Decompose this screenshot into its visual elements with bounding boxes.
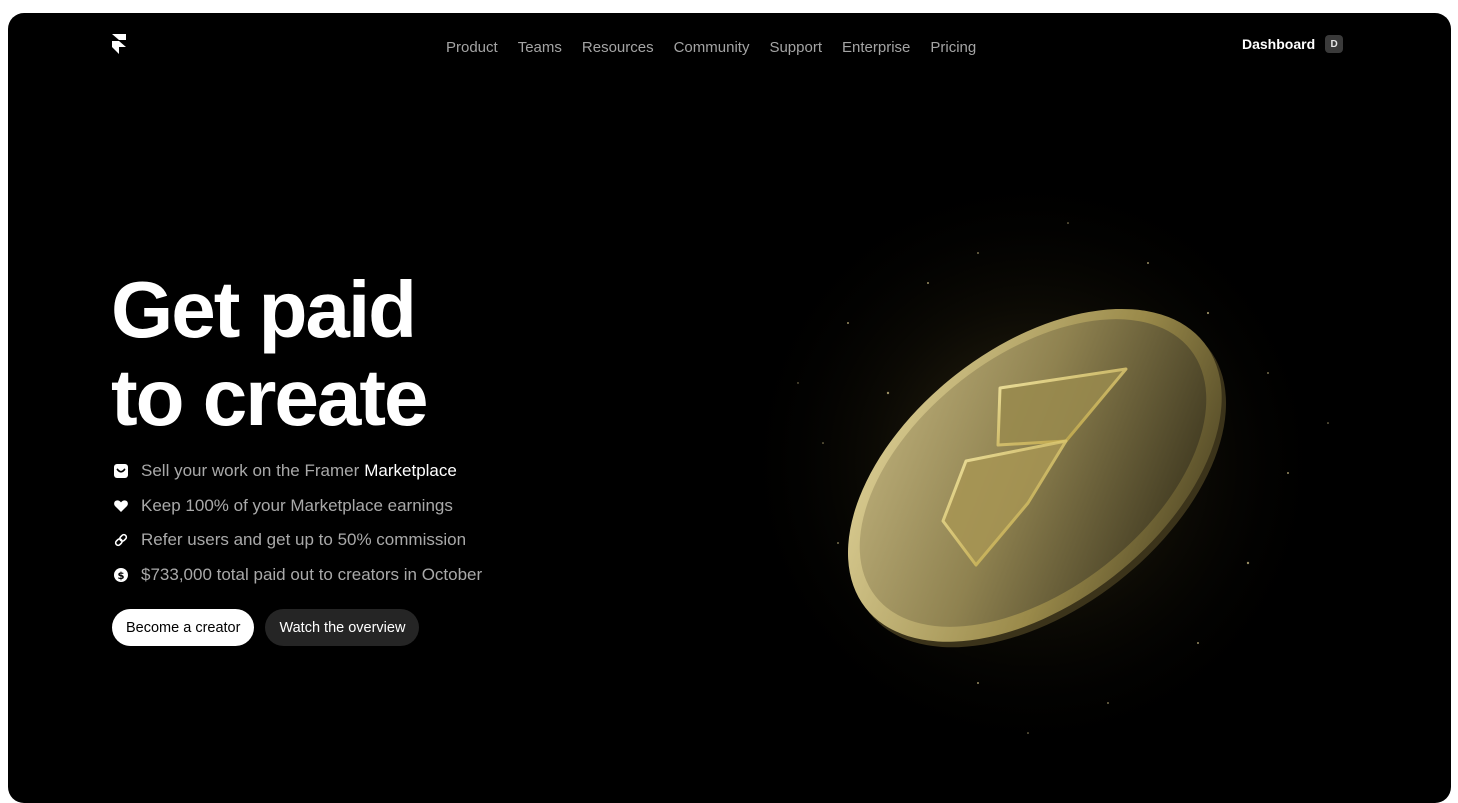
svg-text:$: $ <box>118 571 125 582</box>
dashboard-label: Dashboard <box>1242 36 1316 52</box>
nav-item-community[interactable]: Community <box>664 39 760 56</box>
dollar-coin-icon: $ <box>112 566 130 584</box>
hero-title-line-2: to create <box>111 353 428 442</box>
marketplace-link[interactable]: Marketplace <box>364 461 457 481</box>
feature-item: $ $733,000 total paid out to creators in… <box>112 558 482 593</box>
hero-title: Get paid to create <box>111 265 428 442</box>
nav-item-enterprise[interactable]: Enterprise <box>832 39 920 56</box>
avatar[interactable]: D <box>1325 35 1344 53</box>
store-icon <box>112 462 130 480</box>
feature-item: Sell your work on the Framer Marketplace <box>112 454 482 489</box>
heart-icon <box>112 497 130 515</box>
dashboard-link[interactable]: Dashboard D <box>1242 35 1344 53</box>
nav-item-teams[interactable]: Teams <box>508 39 572 56</box>
nav-item-support[interactable]: Support <box>759 39 832 56</box>
feature-text: Refer users and get up to 50% commission <box>141 530 467 550</box>
watch-overview-button[interactable]: Watch the overview <box>265 609 420 646</box>
hero-title-line-1: Get paid <box>111 265 417 354</box>
feature-item: Keep 100% of your Marketplace earnings <box>112 489 482 524</box>
nav-item-product[interactable]: Product <box>446 39 508 56</box>
framer-logo-icon[interactable] <box>110 32 130 60</box>
main-nav: Product Teams Resources Community Suppor… <box>446 37 986 57</box>
feature-text: Sell your work on the Framer <box>141 461 360 481</box>
become-creator-button[interactable]: Become a creator <box>112 609 255 646</box>
feature-item: Refer users and get up to 50% commission <box>112 523 482 558</box>
hero-actions: Become a creator Watch the overview <box>112 609 420 646</box>
feature-list: Sell your work on the Framer Marketplace… <box>112 454 482 592</box>
gold-coin-illustration <box>728 143 1368 783</box>
page-window: Product Teams Resources Community Suppor… <box>8 13 1451 803</box>
nav-item-pricing[interactable]: Pricing <box>920 39 986 56</box>
link-icon <box>112 531 130 549</box>
feature-text: Keep 100% of your Marketplace earnings <box>141 495 453 515</box>
nav-item-resources[interactable]: Resources <box>572 39 664 56</box>
feature-text: $733,000 total paid out to creators in O… <box>141 564 483 584</box>
